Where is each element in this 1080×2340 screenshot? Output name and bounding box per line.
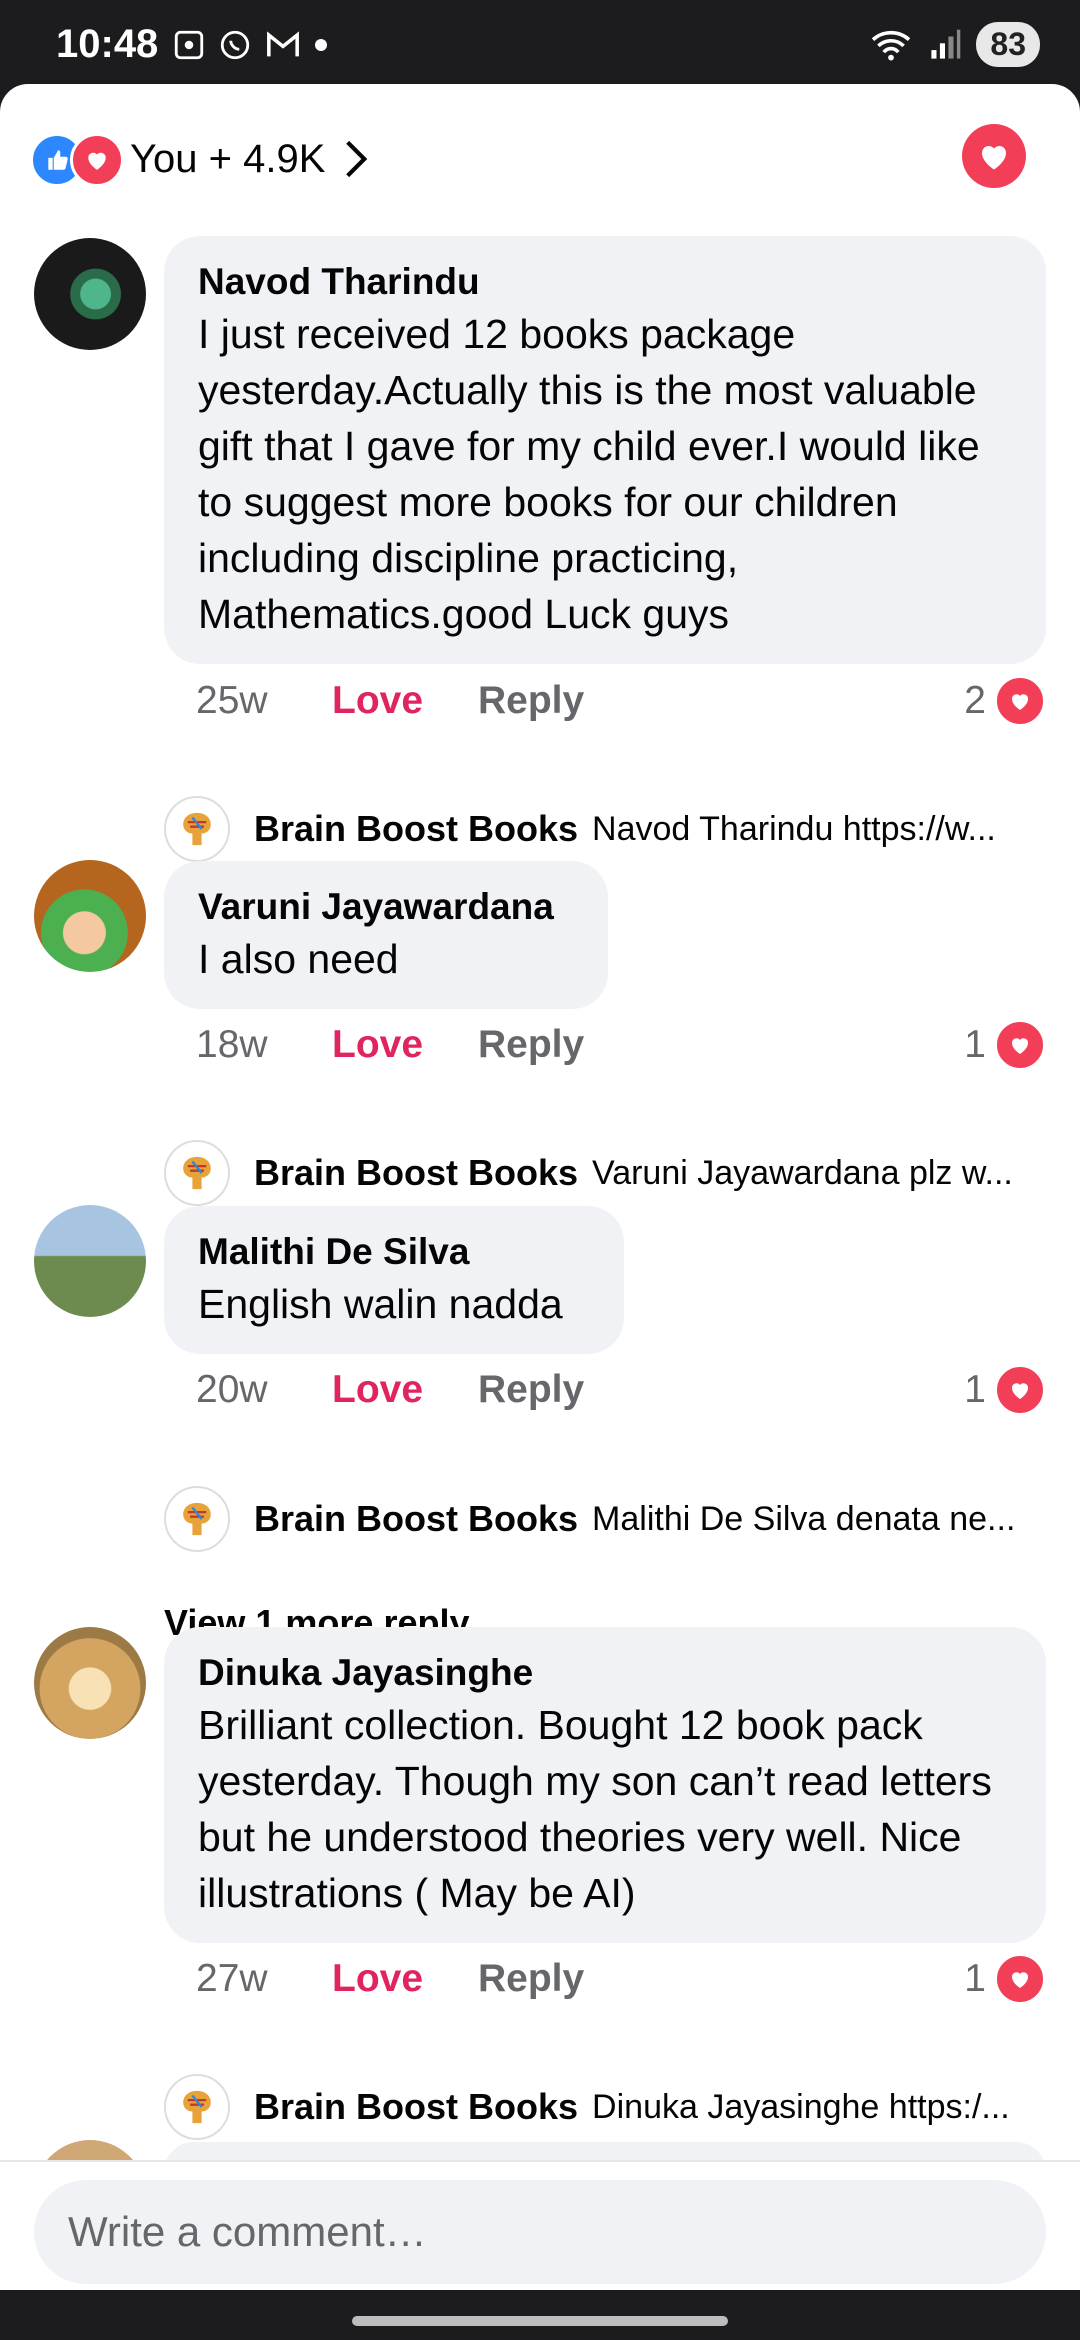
battery-indicator: 83 (976, 22, 1040, 67)
love-button[interactable]: Love (332, 1368, 478, 1412)
love-button[interactable]: Love (332, 1023, 478, 1067)
signal-icon (931, 29, 961, 59)
home-indicator[interactable] (352, 2316, 728, 2326)
notification-icons (172, 28, 328, 62)
brain-logo-icon (164, 1140, 230, 1206)
system-icons: 83 (868, 22, 1040, 67)
avatar[interactable] (34, 1627, 146, 1739)
comment-actions: 27w Love Reply (196, 1949, 584, 2009)
comment-bubble[interactable]: Varuni Jayawardana I also need (164, 861, 608, 1009)
avatar[interactable] (34, 860, 146, 972)
comment-author[interactable]: Malithi De Silva (198, 1228, 590, 1276)
brain-logo-icon (164, 1486, 230, 1552)
comment-reaction-count[interactable]: 1 (964, 1949, 1046, 2009)
gmail-icon (267, 31, 299, 57)
love-reaction-icon (994, 675, 1046, 727)
reply-snippet: Navod Tharindu https://w... (592, 809, 996, 848)
dot-icon (315, 39, 327, 51)
reply-preview[interactable]: Brain Boost Books Malithi De Silva denat… (164, 1484, 1044, 1554)
comment-input[interactable] (34, 2180, 1046, 2284)
screenshot-icon (174, 30, 204, 60)
reaction-summary-text: You + 4.9K (130, 136, 326, 181)
reaction-count: 1 (964, 1023, 986, 1066)
comment-actions: 20w Love Reply (196, 1360, 584, 1420)
avatar[interactable] (34, 2140, 146, 2160)
wifi-icon (872, 30, 911, 60)
reply-author[interactable]: Brain Boost Books (254, 1498, 578, 1540)
love-reaction-icon (994, 1364, 1046, 1416)
reply-preview[interactable]: Brain Boost Books Dinuka Jayasinghe http… (164, 2072, 1044, 2142)
love-button[interactable]: Love (332, 679, 478, 723)
comment-time[interactable]: 25w (196, 679, 332, 723)
reply-button[interactable]: Reply (478, 679, 584, 723)
comment-composer (0, 2160, 1080, 2292)
love-reaction-icon (70, 133, 124, 187)
reply-author[interactable]: Brain Boost Books (254, 2086, 578, 2128)
comment-time[interactable]: 18w (196, 1023, 332, 1067)
reply-button[interactable]: Reply (478, 1957, 584, 2001)
chevron-right-icon (346, 140, 368, 178)
comment-text: English walin nadda (198, 1281, 563, 1327)
reactions-summary[interactable]: You + 4.9K (30, 124, 369, 194)
comments-sheet: You + 4.9K Navod Tharindu I just receive… (0, 84, 1080, 2160)
reaction-count: 1 (964, 1368, 986, 1411)
comment-actions: 18w Love Reply (196, 1015, 584, 1075)
comment-time[interactable]: 20w (196, 1368, 332, 1412)
heart-icon (981, 145, 1007, 170)
reply-snippet: Varuni Jayawardana plz w... (592, 1153, 1013, 1192)
comment-text: I just received 12 books package yesterd… (198, 311, 980, 637)
system-nav-bar (0, 2290, 1080, 2340)
comment-actions: 25w Love Reply (196, 671, 584, 731)
reply-snippet: Dinuka Jayasinghe https:/... (592, 2087, 1010, 2126)
reply-author[interactable]: Brain Boost Books (254, 1152, 578, 1194)
reply-preview[interactable]: Brain Boost Books Varuni Jayawardana plz… (164, 1138, 1044, 1208)
comment-author[interactable]: Navod Tharindu (198, 258, 1012, 306)
avatar[interactable] (34, 1205, 146, 1317)
reaction-count: 2 (964, 679, 986, 722)
brain-logo-icon (164, 2074, 230, 2140)
reply-snippet: Malithi De Silva denata ne... (592, 1499, 1016, 1538)
love-reaction-icon (994, 1019, 1046, 1071)
comment-text: Brilliant collection. Bought 12 book pac… (198, 1702, 992, 1916)
status-time: 10:48 (56, 22, 159, 66)
reply-button[interactable]: Reply (478, 1368, 584, 1412)
love-reaction-icon (994, 1953, 1046, 2005)
reply-author[interactable]: Brain Boost Books (254, 808, 578, 850)
reply-button[interactable]: Reply (478, 1023, 584, 1067)
comment-time[interactable]: 27w (196, 1957, 332, 2001)
whatsapp-icon (220, 30, 250, 60)
comment-bubble[interactable]: Malithi De Silva English walin nadda (164, 1206, 624, 1354)
comment-text: I also need (198, 936, 399, 982)
comment-reaction-count[interactable]: 2 (964, 671, 1046, 731)
comment-reaction-count[interactable]: 1 (964, 1015, 1046, 1075)
love-button[interactable]: Love (332, 1957, 478, 2001)
avatar[interactable] (34, 238, 146, 350)
reaction-count: 1 (964, 1957, 986, 2000)
comment-reaction-count[interactable]: 1 (964, 1360, 1046, 1420)
comment-bubble[interactable] (164, 2142, 1046, 2160)
brain-logo-icon (164, 796, 230, 862)
comment-author[interactable]: Varuni Jayawardana (198, 883, 574, 931)
comment-bubble[interactable]: Dinuka Jayasinghe Brilliant collection. … (164, 1627, 1046, 1943)
love-reaction-button[interactable] (962, 124, 1026, 188)
reply-preview[interactable]: Brain Boost Books Navod Tharindu https:/… (164, 794, 1044, 864)
status-bar: 10:48 83 (0, 0, 1080, 84)
comment-author[interactable]: Dinuka Jayasinghe (198, 1649, 1012, 1697)
comment-bubble[interactable]: Navod Tharindu I just received 12 books … (164, 236, 1046, 664)
